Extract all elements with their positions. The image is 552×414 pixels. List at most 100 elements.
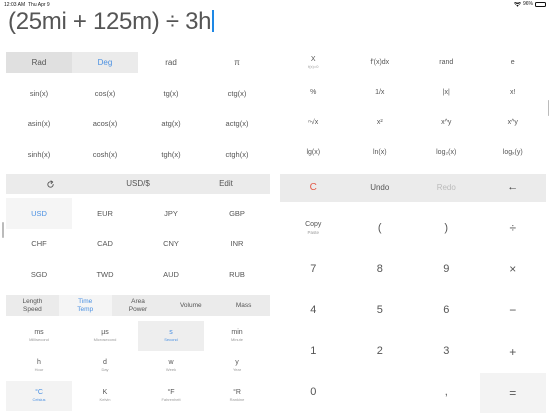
unit-name: Celsius [32,396,46,402]
unit-y[interactable]: y Year [204,351,270,381]
redo-button[interactable]: Redo [413,174,480,202]
digit-3-button[interactable]: 3 [413,332,480,372]
currency-pair-label[interactable]: USD/$ [94,174,182,194]
ln-button[interactable]: ln(x) [347,138,414,168]
refresh-icon [46,179,54,188]
rad-button[interactable]: rad [138,52,204,73]
log2-button[interactable]: log₂(x) [413,138,480,168]
percent-button[interactable]: % [280,78,347,108]
e-button[interactable]: e [480,48,547,78]
unit-name: Hour [34,366,44,372]
currency-toolbar: USD/$ Edit [6,174,270,194]
digit-4-button[interactable]: 4 [280,290,347,330]
digit-5-button[interactable]: 5 [347,290,414,330]
unit-rankine[interactable]: °R Rankine [204,381,270,411]
unit-h[interactable]: h Hour [6,351,72,381]
units-grid: ms Millisecond µs Microsecond s Second min M… [6,321,270,411]
currency-twd[interactable]: TWD [72,259,138,290]
right-scroll-indicator[interactable] [547,100,549,116]
undo-button[interactable]: Undo [347,174,414,202]
clear-button[interactable]: C [280,174,347,202]
unit-d[interactable]: d Day [72,351,138,381]
close-paren-button[interactable]: ) [413,208,480,248]
currency-usd[interactable]: USD [6,198,72,229]
rand-button[interactable]: rand [413,48,480,78]
unit-celsius[interactable]: °C Celsius [6,381,72,411]
currency-jpy[interactable]: JPY [138,198,204,229]
tgh-button[interactable]: tgh(x) [138,139,204,170]
logxy-button[interactable]: logₓ(y) [480,138,547,168]
ctg-button[interactable]: ctg(x) [204,78,270,109]
unit-w[interactable]: w Week [138,351,204,381]
power-alt-button[interactable]: x^y [480,108,547,138]
unit-kelvin[interactable]: K Kelvin [72,381,138,411]
tab-area-power[interactable]: Area Power [112,295,165,316]
actg-button[interactable]: actg(x) [204,109,270,140]
power-button[interactable]: x^y [413,108,480,138]
plus-button[interactable]: + [480,332,547,372]
multiply-button[interactable]: × [480,249,547,289]
edit-currencies-button[interactable]: Edit [182,174,270,194]
currency-rub[interactable]: RUB [204,259,270,290]
asin-button[interactable]: asin(x) [6,109,72,140]
lg-button[interactable]: lg(x) [280,138,347,168]
currency-cny[interactable]: CNY [138,229,204,260]
currency-chf[interactable]: CHF [6,229,72,260]
reciprocal-button[interactable]: 1/x [347,78,414,108]
unit-min[interactable]: min Minute [204,321,270,351]
angle-mode-bar: Rad Deg rad π [6,52,270,73]
digit-6-button[interactable]: 6 [413,290,480,330]
tg-button[interactable]: tg(x) [138,78,204,109]
minus-button[interactable]: − [480,290,547,330]
digit-9-button[interactable]: 9 [413,249,480,289]
acos-button[interactable]: acos(x) [72,109,138,140]
digit-1-button[interactable]: 1 [280,332,347,372]
advanced-functions-grid: Xf(x)=0 f'(x)dx rand e % 1/x |x| x! ⁿ√x … [280,48,546,168]
sin-button[interactable]: sin(x) [6,78,72,109]
unit-ms[interactable]: ms Millisecond [6,321,72,351]
tab-mass[interactable]: Mass [217,295,270,316]
unit-name: Day [101,366,109,372]
factorial-button[interactable]: x! [480,78,547,108]
unit-s[interactable]: s Second [138,321,204,351]
mode-deg-button[interactable]: Deg [72,52,138,73]
tab-time-temp[interactable]: Time Temp [58,295,112,316]
integral-button[interactable]: f'(x)dx [347,48,414,78]
tab-volume[interactable]: Volume [164,295,217,316]
nth-root-button[interactable]: ⁿ√x [280,108,347,138]
open-paren-button[interactable]: ( [347,208,414,248]
decimal-button[interactable]: , [413,373,480,413]
unit-fahrenheit[interactable]: °F Fahrenheit [138,381,204,411]
unit-us[interactable]: µs Microsecond [72,321,138,351]
currency-cad[interactable]: CAD [72,229,138,260]
tab-length-speed[interactable]: Length Speed [6,295,59,316]
atg-button[interactable]: atg(x) [138,109,204,140]
abs-button[interactable]: |x| [413,78,480,108]
digit-8-button[interactable]: 8 [347,249,414,289]
sinh-button[interactable]: sinh(x) [6,139,72,170]
currency-aud[interactable]: AUD [138,259,204,290]
pi-button[interactable]: π [204,52,270,73]
square-button[interactable]: x² [347,108,414,138]
ctgh-button[interactable]: ctgh(x) [204,139,270,170]
cos-button[interactable]: cos(x) [72,78,138,109]
currency-eur[interactable]: EUR [72,198,138,229]
digit-2-button[interactable]: 2 [347,332,414,372]
cosh-button[interactable]: cosh(x) [72,139,138,170]
divide-button[interactable]: ÷ [480,208,547,248]
digit-7-button[interactable]: 7 [280,249,347,289]
currency-sgd[interactable]: SGD [6,259,72,290]
unit-name: Second [164,336,178,342]
copy-paste-button[interactable]: Copy Paste [280,208,347,248]
equals-button[interactable]: = [479,372,546,414]
expression-display[interactable]: (25mi + 125m) ÷ 3h [8,8,214,36]
mode-rad-button[interactable]: Rad [6,52,72,73]
refresh-rates-button[interactable] [6,174,94,194]
left-scroll-indicator[interactable] [2,222,4,238]
currency-inr[interactable]: INR [204,229,270,260]
unit-name: Week [165,366,177,372]
digit-0-button[interactable]: 0 [280,373,347,413]
backspace-button[interactable]: ← [480,174,547,202]
solve-x-button[interactable]: Xf(x)=0 [280,48,347,78]
currency-gbp[interactable]: GBP [204,198,270,229]
